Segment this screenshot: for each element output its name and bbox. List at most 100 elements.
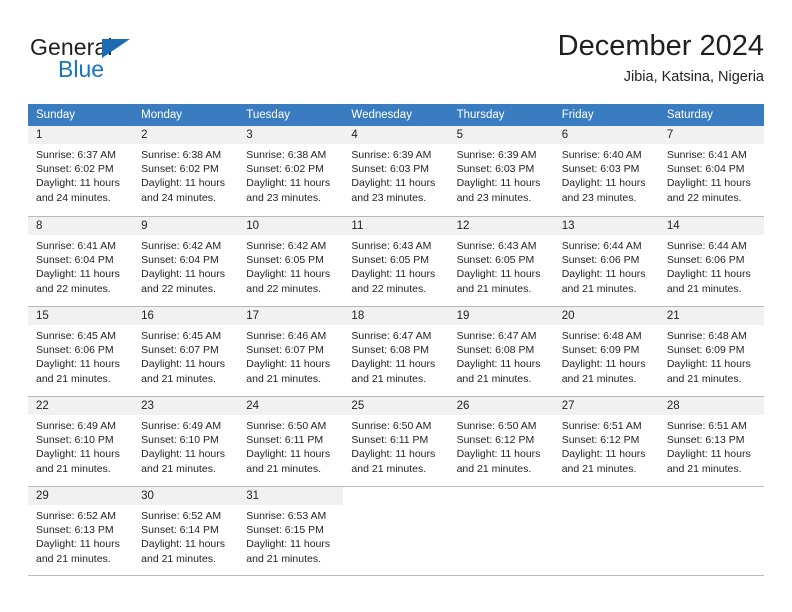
day-sunset-text: Sunset: 6:05 PM <box>456 254 535 267</box>
day-number: 12 <box>448 217 554 235</box>
calendar-day-cell[interactable]: 9 Sunrise: 6:42 AM Sunset: 6:04 PM Daylight… <box>133 217 239 306</box>
day-number: 26 <box>448 397 554 415</box>
calendar-day-cell[interactable]: 13 Sunrise: 6:44 AM Sunset: 6:06 PM Dayligh… <box>553 217 659 306</box>
calendar-day-cell[interactable]: 23 Sunrise: 6:49 AM Sunset: 6:10 PM Dayligh… <box>133 397 239 486</box>
day-daylight-line2-text: and 23 minutes. <box>561 191 637 204</box>
calendar-day-cell[interactable]: 3 Sunrise: 6:38 AM Sunset: 6:02 PM Daylight… <box>238 126 344 216</box>
calendar-day-cell[interactable]: 21 Sunrise: 6:48 AM Sunset: 6:09 PM Dayligh… <box>658 307 764 396</box>
day-sunset-text: Sunset: 6:11 PM <box>246 434 324 447</box>
calendar-day-cell[interactable]: 15 Sunrise: 6:45 AM Sunset: 6:06 PM Dayligh… <box>28 307 134 396</box>
day-daylight-line2-text: and 21 minutes. <box>141 552 216 565</box>
day-details: Sunrise: 6:42 AM Sunset: 6:04 PM Daylight:… <box>133 235 238 296</box>
day-details: Sunrise: 6:50 AM Sunset: 6:12 PM Daylight:… <box>449 415 554 476</box>
day-daylight-line1-text: Daylight: 11 hours <box>351 448 436 461</box>
day-daylight-line1-text: Daylight: 11 hours <box>561 448 646 461</box>
day-daylight-line2-text: and 21 minutes. <box>36 552 111 565</box>
day-sunrise-text: Sunrise: 6:53 AM <box>246 510 327 522</box>
calendar-day-cell[interactable]: 22 Sunrise: 6:49 AM Sunset: 6:10 PM Dayligh… <box>28 397 134 486</box>
day-sunset-text: Sunset: 6:14 PM <box>141 524 219 537</box>
general-blue-logo[interactable]: General Blue <box>30 34 220 90</box>
title-block: December 2024 Jibia, Katsina, Nigeria <box>558 28 764 88</box>
day-daylight-line2-text: and 21 minutes. <box>141 462 216 475</box>
calendar-day-cell[interactable]: 17 Sunrise: 6:46 AM Sunset: 6:07 PM Dayligh… <box>238 307 344 396</box>
calendar-day-cell[interactable]: 10 Sunrise: 6:42 AM Sunset: 6:05 PM Dayligh… <box>238 217 344 306</box>
calendar-day-cell[interactable]: 5 Sunrise: 6:39 AM Sunset: 6:03 PM Daylight… <box>448 126 554 216</box>
day-details: Sunrise: 6:49 AM Sunset: 6:10 PM Daylight:… <box>28 415 133 476</box>
day-sunrise-text: Sunrise: 6:44 AM <box>666 240 747 252</box>
calendar-day-cell[interactable]: 31 Sunrise: 6:53 AM Sunset: 6:15 PM Dayligh… <box>238 487 344 575</box>
calendar-day-cell[interactable]: 19 Sunrise: 6:47 AM Sunset: 6:08 PM Dayligh… <box>448 307 554 396</box>
calendar-day-cell[interactable]: 18 Sunrise: 6:47 AM Sunset: 6:08 PM Dayligh… <box>343 307 449 396</box>
day-sunrise-text: Sunrise: 6:43 AM <box>456 240 537 252</box>
calendar-day-cell[interactable]: 28 Sunrise: 6:51 AM Sunset: 6:13 PM Dayligh… <box>658 397 764 486</box>
day-sunrise-text: Sunrise: 6:48 AM <box>666 330 747 342</box>
calendar-day-cell-empty <box>449 487 554 575</box>
day-sunrise-text: Sunrise: 6:42 AM <box>246 240 327 252</box>
day-number: 17 <box>238 307 344 325</box>
day-number: 30 <box>133 487 239 505</box>
day-daylight-line2-text: and 21 minutes. <box>246 552 321 565</box>
calendar-day-cell[interactable]: 26 Sunrise: 6:50 AM Sunset: 6:12 PM Dayligh… <box>448 397 554 486</box>
day-details: Sunrise: 6:45 AM Sunset: 6:06 PM Daylight:… <box>28 325 133 386</box>
calendar-day-cell[interactable]: 11 Sunrise: 6:43 AM Sunset: 6:05 PM Dayligh… <box>343 217 449 306</box>
day-daylight-line1-text: Daylight: 11 hours <box>666 358 751 371</box>
day-daylight-line2-text: and 21 minutes. <box>351 372 427 385</box>
day-number: 10 <box>238 217 344 235</box>
calendar-weeks: 1 Sunrise: 6:37 AM Sunset: 6:02 PM Daylight… <box>28 126 764 576</box>
day-daylight-line1-text: Daylight: 11 hours <box>666 448 751 461</box>
calendar-day-cell[interactable]: 7 Sunrise: 6:41 AM Sunset: 6:04 PM Daylight… <box>658 126 764 216</box>
day-number: 27 <box>553 397 659 415</box>
day-daylight-line2-text: and 21 minutes. <box>351 462 427 475</box>
calendar-day-cell[interactable]: 27 Sunrise: 6:51 AM Sunset: 6:12 PM Dayligh… <box>553 397 659 486</box>
day-details: Sunrise: 6:49 AM Sunset: 6:10 PM Daylight:… <box>133 415 238 476</box>
calendar-day-cell[interactable]: 20 Sunrise: 6:48 AM Sunset: 6:09 PM Dayligh… <box>553 307 659 396</box>
day-sunset-text: Sunset: 6:07 PM <box>141 344 219 357</box>
day-sunset-text: Sunset: 6:09 PM <box>561 344 640 357</box>
calendar-day-cell[interactable]: 16 Sunrise: 6:45 AM Sunset: 6:07 PM Dayligh… <box>133 307 239 396</box>
calendar-day-cell[interactable]: 29 Sunrise: 6:52 AM Sunset: 6:13 PM Dayligh… <box>28 487 134 575</box>
day-sunset-text: Sunset: 6:15 PM <box>246 524 324 537</box>
day-sunrise-text: Sunrise: 6:49 AM <box>141 420 222 432</box>
calendar-day-cell[interactable]: 4 Sunrise: 6:39 AM Sunset: 6:03 PM Daylight… <box>343 126 449 216</box>
day-daylight-line1-text: Daylight: 11 hours <box>36 358 120 371</box>
page-header: General Blue December 2024 Jibia, Katsin… <box>28 28 764 96</box>
day-number: 19 <box>448 307 554 325</box>
day-number: 28 <box>658 397 764 415</box>
day-daylight-line1-text: Daylight: 11 hours <box>36 448 120 461</box>
day-sunrise-text: Sunrise: 6:38 AM <box>141 149 222 161</box>
calendar-day-cell[interactable]: 8 Sunrise: 6:41 AM Sunset: 6:04 PM Daylight… <box>28 217 134 306</box>
day-number: 7 <box>658 126 764 144</box>
page-title: December 2024 <box>557 30 764 62</box>
day-sunset-text: Sunset: 6:04 PM <box>141 254 219 267</box>
day-sunrise-text: Sunrise: 6:48 AM <box>561 330 642 342</box>
calendar-grid: Sunday Monday Tuesday Wednesday Thursday Frid… <box>28 104 764 576</box>
day-sunset-text: Sunset: 6:05 PM <box>351 254 430 267</box>
day-daylight-line2-text: and 21 minutes. <box>456 282 532 295</box>
day-sunset-text: Sunset: 6:13 PM <box>666 434 745 447</box>
day-daylight-line1-text: Daylight: 11 hours <box>456 268 541 281</box>
calendar-day-cell[interactable]: 24 Sunrise: 6:50 AM Sunset: 6:11 PM Dayligh… <box>238 397 344 486</box>
day-details: Sunrise: 6:47 AM Sunset: 6:08 PM Daylight:… <box>343 325 448 386</box>
calendar-week-row: 15 Sunrise: 6:45 AM Sunset: 6:06 PM Dayligh… <box>28 306 764 396</box>
day-details: Sunrise: 6:48 AM Sunset: 6:09 PM Daylight:… <box>659 325 764 386</box>
day-daylight-line1-text: Daylight: 11 hours <box>666 177 751 190</box>
calendar-day-cell[interactable]: 25 Sunrise: 6:50 AM Sunset: 6:11 PM Dayligh… <box>343 397 449 486</box>
day-daylight-line1-text: Daylight: 11 hours <box>456 448 541 461</box>
day-sunrise-text: Sunrise: 6:39 AM <box>351 149 432 161</box>
day-number: 11 <box>343 217 449 235</box>
calendar-day-cell[interactable]: 1 Sunrise: 6:37 AM Sunset: 6:02 PM Daylight… <box>28 126 134 216</box>
day-sunrise-text: Sunrise: 6:37 AM <box>36 149 116 161</box>
day-daylight-line2-text: and 21 minutes. <box>456 372 532 385</box>
calendar-day-cell[interactable]: 14 Sunrise: 6:44 AM Sunset: 6:06 PM Dayligh… <box>658 217 764 306</box>
calendar-day-cell[interactable]: 12 Sunrise: 6:43 AM Sunset: 6:05 PM Dayligh… <box>448 217 554 306</box>
calendar-day-cell[interactable]: 2 Sunrise: 6:38 AM Sunset: 6:02 PM Daylight… <box>133 126 239 216</box>
day-sunrise-text: Sunrise: 6:49 AM <box>36 420 116 432</box>
calendar-day-cell[interactable]: 6 Sunrise: 6:40 AM Sunset: 6:03 PM Daylight… <box>553 126 659 216</box>
day-daylight-line1-text: Daylight: 11 hours <box>141 448 225 461</box>
logo-blue-text: Blue <box>58 56 105 82</box>
day-details: Sunrise: 6:43 AM Sunset: 6:05 PM Daylight:… <box>343 235 448 296</box>
day-number: 18 <box>343 307 449 325</box>
day-details <box>554 505 659 509</box>
calendar-day-cell[interactable]: 30 Sunrise: 6:52 AM Sunset: 6:14 PM Dayligh… <box>133 487 239 575</box>
weekday-header-monday: Monday <box>141 109 183 121</box>
